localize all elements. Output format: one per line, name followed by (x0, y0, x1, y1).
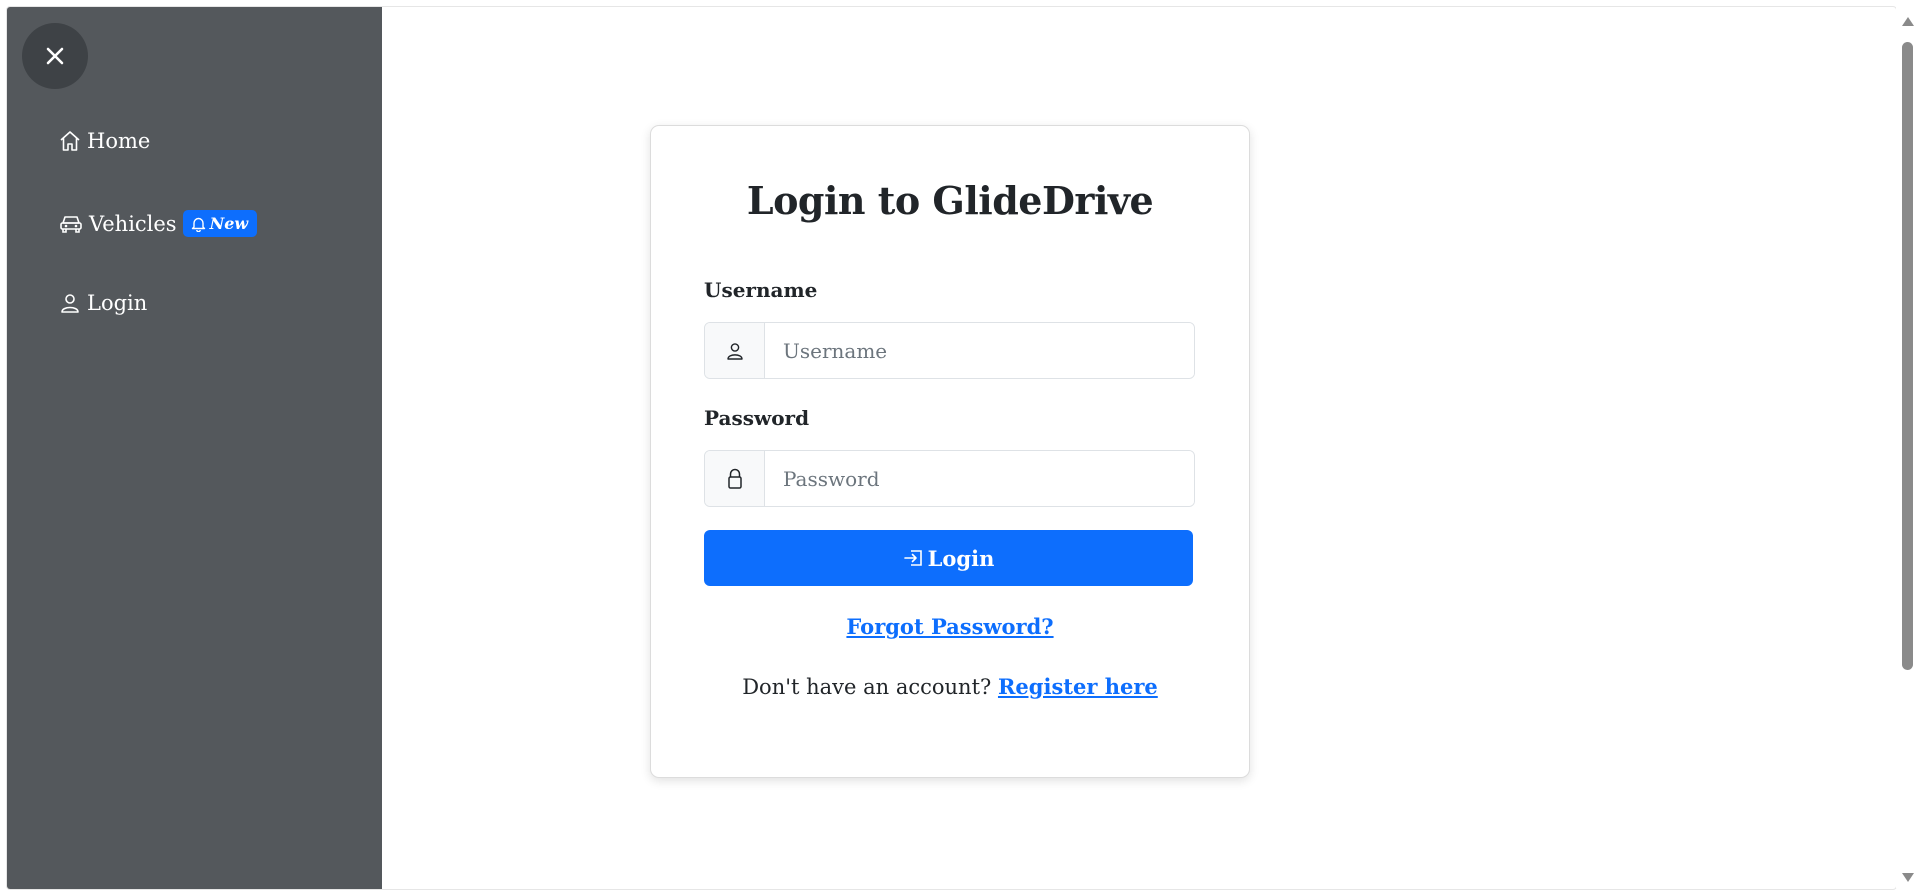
sidebar-item-label: Home (87, 129, 151, 153)
person-icon (61, 294, 79, 313)
username-input[interactable] (765, 323, 1194, 378)
username-addon (705, 323, 765, 378)
login-card: Login to GlideDrive Username Password (650, 125, 1250, 778)
sidebar-item-label: Vehicles (89, 211, 177, 236)
vertical-scrollbar[interactable] (1896, 0, 1920, 888)
sidebar-item-login[interactable]: Login (59, 291, 147, 315)
register-prompt: Don't have an account? (742, 675, 992, 699)
scroll-down-arrow-icon[interactable] (1902, 873, 1914, 882)
page-title: Login to GlideDrive (746, 178, 1154, 223)
sidebar-item-label: Login (87, 291, 148, 315)
password-label: Password (704, 406, 810, 430)
bell-icon (191, 217, 205, 232)
login-arrow-icon (903, 550, 922, 566)
sidebar-item-home[interactable]: Home (59, 129, 150, 153)
login-button[interactable]: Login (704, 530, 1193, 586)
register-row: Don't have an account? Register here (651, 674, 1249, 699)
register-link[interactable]: Register here (998, 674, 1158, 699)
car-icon (60, 215, 82, 233)
forgot-password-link[interactable]: Forgot Password? (846, 614, 1053, 639)
password-input-group (704, 450, 1195, 507)
person-icon (726, 342, 743, 360)
login-button-label: Login (927, 545, 995, 571)
new-badge: New (182, 210, 258, 237)
sidebar: Home Vehicles New Login (7, 7, 382, 889)
close-icon (46, 47, 64, 65)
password-input[interactable] (765, 451, 1194, 506)
scroll-thumb[interactable] (1902, 42, 1913, 670)
password-addon (705, 451, 765, 506)
username-input-group (704, 322, 1195, 379)
badge-label: New (209, 214, 249, 233)
house-icon (60, 131, 80, 151)
sidebar-item-vehicles[interactable]: Vehicles New (59, 210, 258, 237)
lock-icon (727, 468, 742, 489)
scroll-up-arrow-icon[interactable] (1902, 17, 1914, 26)
username-label: Username (704, 278, 818, 302)
forgot-password-row: Forgot Password? (651, 614, 1249, 639)
page-viewport: Home Vehicles New Login Login to GlideDr… (6, 6, 1897, 890)
close-sidebar-button[interactable] (22, 23, 88, 89)
